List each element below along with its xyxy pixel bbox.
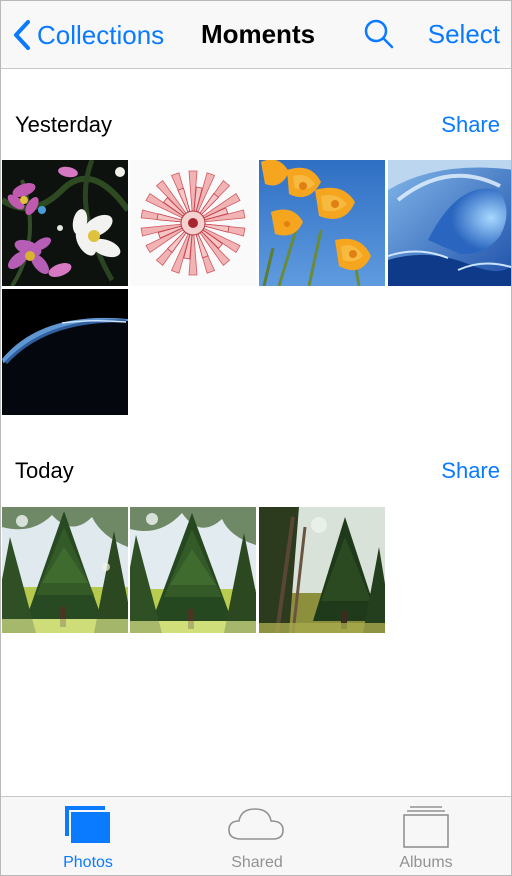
tab-label: Photos xyxy=(63,854,113,871)
photos-icon xyxy=(64,805,112,850)
search-button[interactable] xyxy=(363,18,395,50)
albums-icon xyxy=(402,805,450,854)
pink-dahlia-image xyxy=(130,160,256,286)
tab-albums[interactable]: Albums xyxy=(341,797,511,875)
tab-label: Shared xyxy=(231,854,283,871)
photo-thumbnail-earth-horizon[interactable] xyxy=(2,289,128,415)
orange-poppies-image xyxy=(259,160,385,286)
earth-horizon-image xyxy=(2,289,128,415)
share-button[interactable]: Share xyxy=(441,458,500,484)
photo-thumbnail-pink-cosmos[interactable] xyxy=(2,160,128,286)
pine-tree-image xyxy=(130,507,256,633)
photos-app-screen: Collections Moments Select Yesterday Sha… xyxy=(0,0,512,876)
pine-tree-image xyxy=(2,507,128,633)
moment-header-yesterday: Yesterday Share xyxy=(1,104,511,144)
navigation-bar: Collections Moments Select xyxy=(1,1,511,69)
tab-bar: Photos Shared Albums xyxy=(1,796,511,875)
tab-label: Albums xyxy=(399,854,453,871)
chevron-left-icon xyxy=(14,20,30,50)
back-button[interactable]: Collections xyxy=(13,15,164,55)
moment-title: Today xyxy=(15,458,74,483)
photo-thumbnail-pink-dahlia[interactable] xyxy=(130,160,256,286)
photo-thumbnail-pine-tree[interactable] xyxy=(2,507,128,633)
photo-thumbnail-ocean-wave[interactable] xyxy=(388,160,511,286)
tab-shared[interactable]: Shared xyxy=(172,797,342,875)
moment-header-today: Today Share xyxy=(1,450,511,490)
ocean-wave-image xyxy=(388,160,511,286)
select-button[interactable]: Select xyxy=(428,19,500,50)
photo-thumbnail-pine-tree[interactable] xyxy=(130,507,256,633)
cloud-icon xyxy=(227,805,287,850)
tab-photos[interactable]: Photos xyxy=(3,797,173,875)
photo-thumbnail-orange-poppies[interactable] xyxy=(259,160,385,286)
moment-title: Yesterday xyxy=(15,112,113,137)
pink-cosmos-image xyxy=(2,160,128,286)
search-icon xyxy=(364,19,394,49)
back-button-label: Collections xyxy=(37,19,165,50)
pine-tree-image xyxy=(259,507,385,633)
share-button[interactable]: Share xyxy=(441,112,500,138)
photo-thumbnail-pine-tree[interactable] xyxy=(259,507,385,633)
